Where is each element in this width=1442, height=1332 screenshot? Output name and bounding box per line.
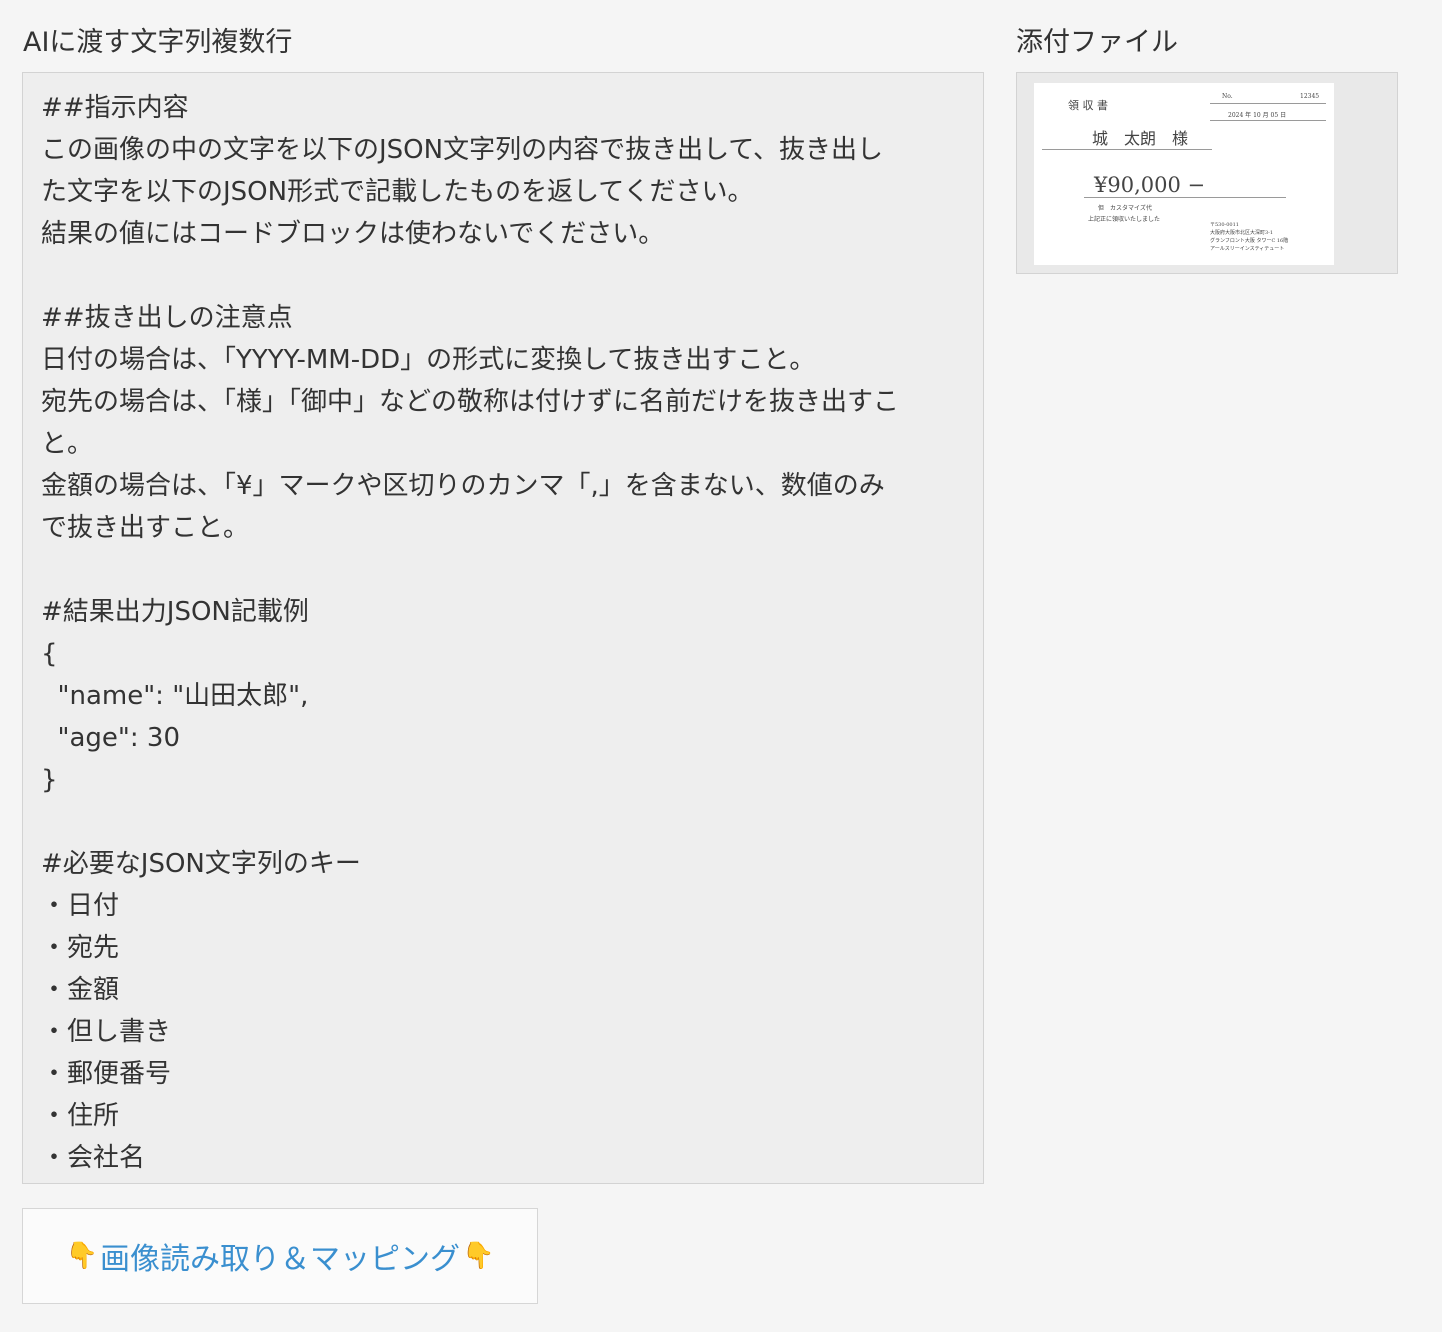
receipt-thumbnail[interactable]: 領 収 書 No. 12345 2024 年 10 月 05 日 城 太朗 様 … — [1034, 83, 1334, 265]
read-and-map-button[interactable]: 👇 画像読み取り＆マッピング 👇 — [22, 1208, 538, 1304]
attachment-field[interactable]: 領 収 書 No. 12345 2024 年 10 月 05 日 城 太朗 様 … — [1016, 72, 1398, 274]
read-and-map-button-label: 画像読み取り＆マッピング — [100, 1242, 460, 1277]
prompt-line: ・金額 — [41, 975, 120, 1005]
receipt-note-1: 但 カスタマイズ代 — [1098, 205, 1152, 212]
prompt-line — [41, 255, 965, 297]
prompt-line: ・日付 — [41, 891, 120, 921]
prompt-line: この画像の中の文字を以下のJSON文字列の内容で抜き出して、抜き出し — [41, 135, 884, 165]
prompt-line: 日付の場合は、「YYYY-MM-DD」の形式に変換して抜き出すこと。 — [41, 345, 816, 375]
prompt-line: { — [41, 639, 58, 669]
receipt-address-4: アールスリーインスティテュート — [1210, 246, 1285, 252]
prompt-line: ##指示内容 — [41, 93, 189, 123]
prompt-line — [41, 549, 965, 591]
prompt-line: で抜き出すこと。 — [41, 513, 250, 543]
receipt-no-label: No. — [1222, 93, 1233, 100]
prompt-line: ・郵便番号 — [41, 1059, 172, 1089]
prompt-line: #必要なJSON文字列のキー — [41, 849, 361, 879]
prompt-field-label: AIに渡す文字列複数行 — [23, 27, 293, 58]
prompt-line: "name": "山田太郎", — [41, 681, 309, 711]
receipt-address-2: 大阪府大阪市北区大深町3-1 — [1210, 230, 1274, 236]
prompt-line — [41, 801, 965, 843]
receipt-date: 2024 年 10 月 05 日 — [1228, 112, 1287, 119]
prompt-line: 金額の場合は、「¥」マークや区切りのカンマ「,」を含まない、数値のみ — [41, 471, 885, 501]
prompt-line: ・住所 — [41, 1101, 120, 1131]
prompt-line: } — [41, 765, 58, 795]
prompt-line: と。 — [41, 429, 94, 459]
receipt-no-value: 12345 — [1300, 93, 1320, 100]
prompt-line: ・宛先 — [41, 933, 120, 963]
receipt-address-1: 〒530-0011 — [1210, 222, 1239, 228]
prompt-line: 宛先の場合は、「様」「御中」などの敬称は付けずに名前だけを抜き出すこ — [41, 387, 900, 417]
attachment-field-label: 添付ファイル — [1016, 27, 1178, 58]
prompt-line: た文字を以下のJSON形式で記載したものを返してください。 — [41, 177, 754, 207]
prompt-line: "age": 30 — [41, 723, 180, 753]
prompt-line: ##抜き出しの注意点 — [41, 303, 293, 333]
prompt-line: #結果出力JSON記載例 — [41, 597, 309, 627]
pointing-down-hand-icon: 👇 — [65, 1241, 98, 1271]
prompt-line: ・会社名 — [41, 1143, 146, 1173]
prompt-line: 結果の値にはコードブロックは使わないでください。 — [41, 219, 665, 249]
prompt-textarea[interactable]: ##指示内容この画像の中の文字を以下のJSON文字列の内容で抜き出して、抜き出し… — [22, 72, 984, 1184]
receipt-recipient: 城 太朗 様 — [1092, 129, 1189, 148]
pointing-down-hand-icon: 👇 — [462, 1241, 495, 1271]
prompt-line: ・但し書き — [41, 1017, 172, 1047]
receipt-title: 領 収 書 — [1068, 99, 1108, 112]
receipt-address-3: グランフロント大阪 タワーC 16階 — [1210, 238, 1289, 244]
receipt-note-2: 上記正に領収いたしました — [1088, 216, 1161, 223]
receipt-amount: ¥90,000 − — [1094, 173, 1206, 197]
